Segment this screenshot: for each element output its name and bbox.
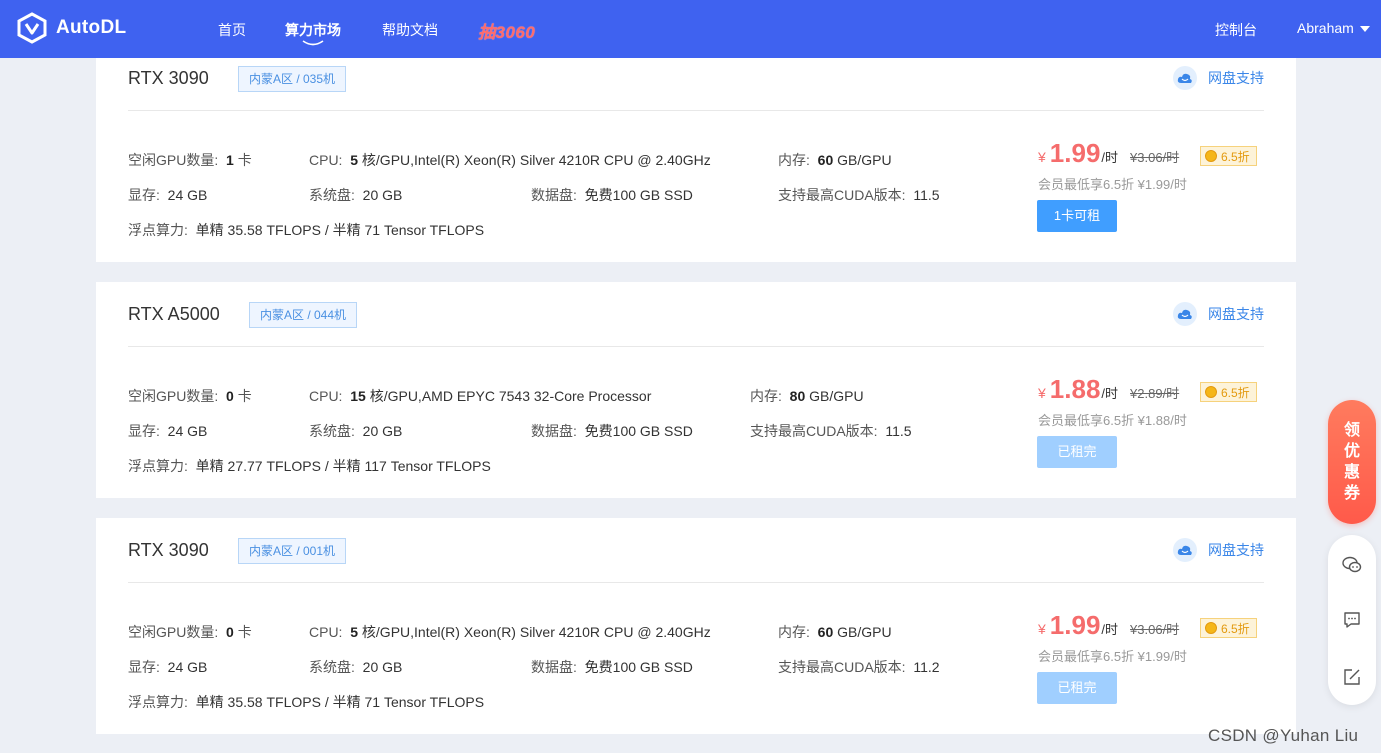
user-menu[interactable]: Abraham — [1297, 20, 1354, 36]
rent-button[interactable]: 已租完 — [1037, 436, 1117, 468]
console-link[interactable]: 控制台 — [1215, 20, 1257, 40]
nav-home[interactable]: 首页 — [218, 20, 246, 40]
brand-logo[interactable]: AutoDL — [16, 12, 126, 44]
floating-toolbar — [1328, 535, 1376, 705]
vram-spec: 显存: 24 GB — [128, 423, 208, 439]
gpu-model: RTX A5000 — [128, 304, 220, 324]
idle-gpu: 空闲GPU数量: 1 卡 — [128, 152, 252, 168]
nav-active-indicator — [302, 40, 324, 46]
brand-name: AutoDL — [56, 17, 127, 38]
cpu-spec: CPU: 5 核/GPU,Intel(R) Xeon(R) Silver 421… — [309, 624, 711, 640]
cloud-icon — [1173, 66, 1197, 90]
flops-spec: 浮点算力: 单精 35.58 TFLOPS / 半精 71 Tensor TFL… — [128, 694, 485, 710]
price: ¥1.88/时 ¥2.89/时 — [1038, 374, 1180, 404]
price-value: 1.88 — [1049, 374, 1101, 404]
discount-badge: 6.5折 — [1200, 618, 1257, 638]
original-price: ¥2.89/时 — [1130, 386, 1180, 401]
system-disk-spec: 系统盘: 20 GB — [309, 659, 403, 675]
price: ¥1.99/时 ¥3.06/时 — [1038, 610, 1180, 640]
nav-market[interactable]: 算力市场 — [285, 20, 341, 40]
top-navbar: AutoDL 首页 算力市场 帮助文档 抽3060 控制台 Abraham — [0, 0, 1381, 58]
wechat-icon[interactable] — [1342, 555, 1362, 575]
disk-support-label: 网盘支持 — [1208, 306, 1264, 322]
system-disk-spec: 系统盘: 20 GB — [309, 187, 403, 203]
gpu-card: RTX 3090 内蒙A区 / 035机 网盘支持 空闲GPU数量: 1 卡 C… — [96, 58, 1296, 262]
original-price: ¥3.06/时 — [1130, 622, 1180, 637]
gpu-card: RTX A5000 内蒙A区 / 044机 网盘支持 空闲GPU数量: 0 卡 … — [96, 282, 1296, 498]
cloud-icon — [1173, 538, 1197, 562]
divider — [128, 110, 1264, 111]
rent-button[interactable]: 已租完 — [1037, 672, 1117, 704]
original-price: ¥3.06/时 — [1130, 150, 1180, 165]
divider — [128, 582, 1264, 583]
idle-gpu: 空闲GPU数量: 0 卡 — [128, 388, 252, 404]
watermark: CSDN @Yuhan Liu — [1208, 726, 1359, 745]
divider — [128, 346, 1264, 347]
coin-icon — [1205, 150, 1217, 162]
rent-button[interactable]: 1卡可租 — [1037, 200, 1117, 232]
price: ¥1.99/时 ¥3.06/时 — [1038, 138, 1180, 168]
cloud-icon — [1173, 302, 1197, 326]
region-tag: 内蒙A区 / 044机 — [249, 302, 358, 328]
promo-link[interactable]: 抽3060 — [478, 18, 535, 43]
price-value: 1.99 — [1049, 610, 1101, 640]
coin-icon — [1205, 622, 1217, 634]
data-disk-spec: 数据盘: 免费100 GB SSD — [531, 187, 693, 203]
chevron-down-icon[interactable] — [1360, 26, 1370, 32]
member-price: 会员最低享6.5折 ¥1.88/时 — [1038, 413, 1187, 428]
cuda-spec: 支持最高CUDA版本: 11.5 — [750, 423, 912, 439]
feedback-icon[interactable] — [1342, 610, 1362, 630]
region-tag: 内蒙A区 / 035机 — [238, 66, 347, 92]
coupon-button[interactable]: 领 优 惠 券 — [1328, 400, 1376, 524]
gpu-model: RTX 3090 — [128, 68, 209, 88]
memory-spec: 内存: 80 GB/GPU — [750, 388, 864, 404]
cuda-spec: 支持最高CUDA版本: 11.2 — [778, 659, 940, 675]
coin-icon — [1205, 386, 1217, 398]
data-disk-spec: 数据盘: 免费100 GB SSD — [531, 423, 693, 439]
flops-spec: 浮点算力: 单精 27.77 TFLOPS / 半精 117 Tensor TF… — [128, 458, 491, 474]
flops-spec: 浮点算力: 单精 35.58 TFLOPS / 半精 71 Tensor TFL… — [128, 222, 485, 238]
gpu-model: RTX 3090 — [128, 540, 209, 560]
memory-spec: 内存: 60 GB/GPU — [778, 152, 892, 168]
discount-badge: 6.5折 — [1200, 146, 1257, 166]
disk-support-label: 网盘支持 — [1208, 70, 1264, 86]
disk-support[interactable]: 网盘支持 — [1173, 302, 1264, 326]
memory-spec: 内存: 60 GB/GPU — [778, 624, 892, 640]
autodl-logo-icon — [17, 12, 47, 44]
cuda-spec: 支持最高CUDA版本: 11.5 — [778, 187, 940, 203]
price-value: 1.99 — [1049, 138, 1101, 168]
nav-docs[interactable]: 帮助文档 — [382, 20, 438, 40]
edit-icon[interactable] — [1342, 667, 1362, 687]
disk-support-label: 网盘支持 — [1208, 542, 1264, 558]
discount-badge: 6.5折 — [1200, 382, 1257, 402]
system-disk-spec: 系统盘: 20 GB — [309, 423, 403, 439]
member-price: 会员最低享6.5折 ¥1.99/时 — [1038, 649, 1187, 664]
vram-spec: 显存: 24 GB — [128, 659, 208, 675]
region-tag: 内蒙A区 / 001机 — [238, 538, 347, 564]
cpu-spec: CPU: 15 核/GPU,AMD EPYC 7543 32-Core Proc… — [309, 388, 652, 404]
idle-gpu: 空闲GPU数量: 0 卡 — [128, 624, 252, 640]
cpu-spec: CPU: 5 核/GPU,Intel(R) Xeon(R) Silver 421… — [309, 152, 711, 168]
disk-support[interactable]: 网盘支持 — [1173, 538, 1264, 562]
gpu-card: RTX 3090 内蒙A区 / 001机 网盘支持 空闲GPU数量: 0 卡 C… — [96, 518, 1296, 734]
data-disk-spec: 数据盘: 免费100 GB SSD — [531, 659, 693, 675]
member-price: 会员最低享6.5折 ¥1.99/时 — [1038, 177, 1187, 192]
disk-support[interactable]: 网盘支持 — [1173, 66, 1264, 90]
vram-spec: 显存: 24 GB — [128, 187, 208, 203]
